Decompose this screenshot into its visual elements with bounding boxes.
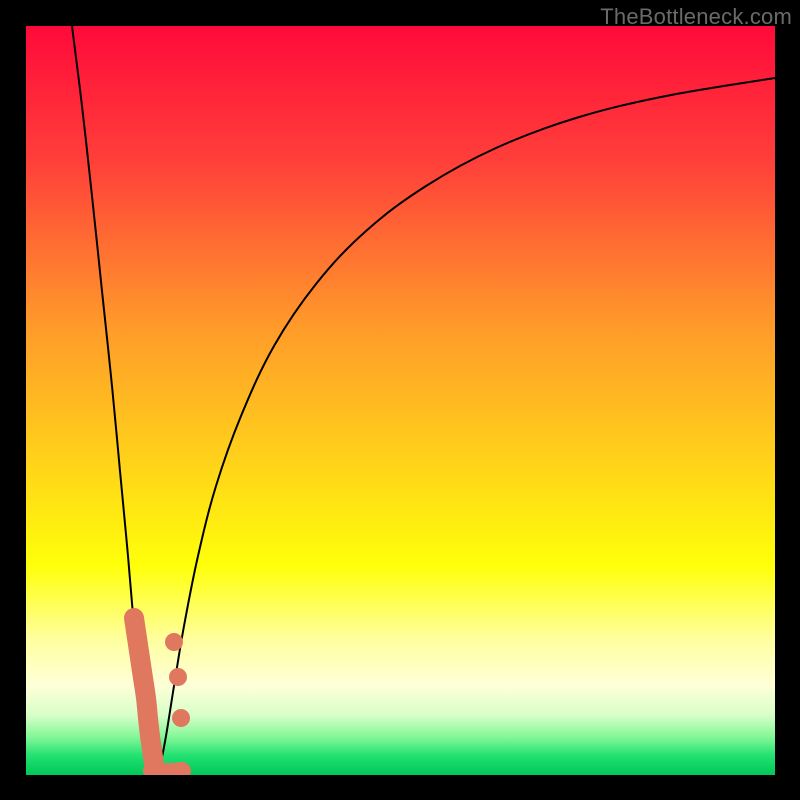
watermark-label: TheBottleneck.com [600,4,792,30]
plot-area [26,26,775,775]
series-highlight-right-dots-pt-0 [165,633,183,651]
series-highlight-right-dots-pt-1 [169,668,187,686]
series-highlight-bottom [152,771,182,772]
curve-layer [26,26,775,775]
series-right-branch [156,78,775,775]
series-highlight-right-dots-pt-2 [172,709,190,727]
outer-frame: TheBottleneck.com [0,0,800,800]
series-highlight-left [134,618,154,764]
